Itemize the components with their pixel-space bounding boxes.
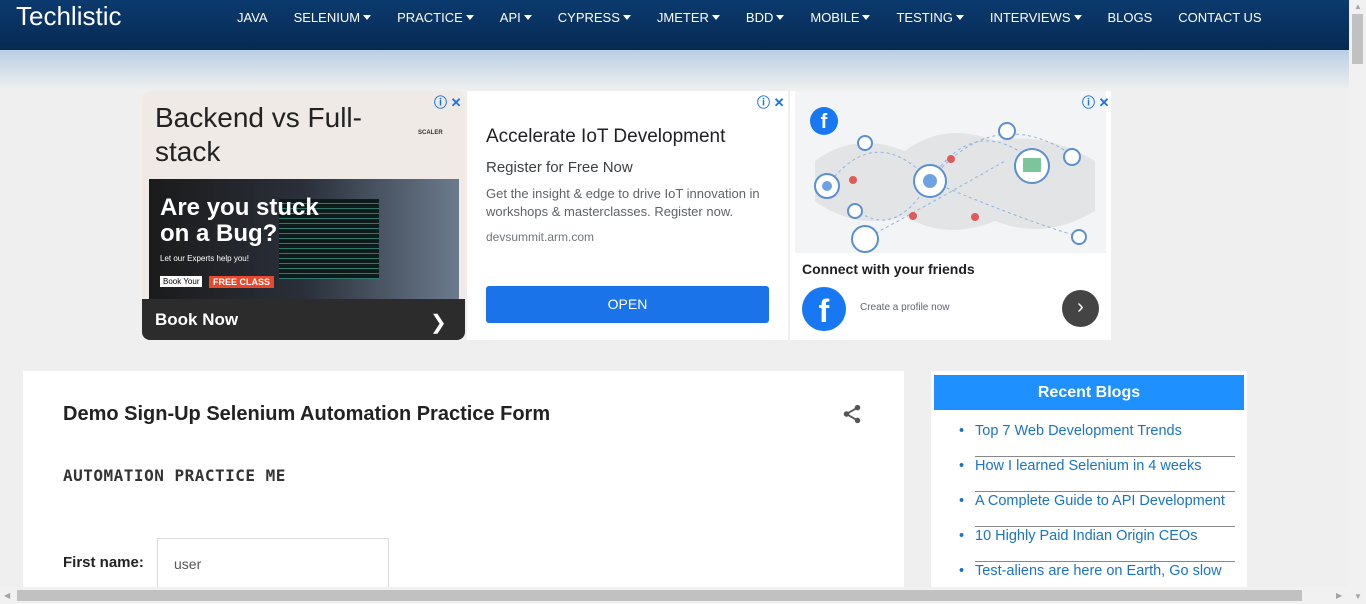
scroll-down-icon[interactable]: ▼ — [1354, 592, 1362, 601]
ad-body: Get the insight & edge to drive IoT inno… — [486, 186, 760, 219]
ad-create-profile: Create a profile now — [860, 302, 950, 313]
info-close-icon[interactable]: ⓘ ✕ — [1082, 92, 1110, 111]
ad-domain: devsummit.arm.com — [486, 230, 595, 244]
top-navbar: Techlistic JAVA SELENIUM PRACTICE API CYPRES… — [0, 0, 1349, 50]
ad-brand-logo: SCALER — [418, 130, 443, 136]
ad-banner-scaler[interactable]: Backend vs Full-stack SCALER Are you stu… — [142, 91, 465, 340]
nav-item-label: PRACTICE — [397, 9, 463, 25]
ad-subtitle: Register for Free Now — [486, 159, 633, 176]
nav-item-label: BDD — [745, 9, 774, 25]
blog-link[interactable]: 10 Highly Paid Indian Origin CEOs — [957, 528, 1239, 563]
recent-blogs-list: Top 7 Web Development Trends How I learn… — [957, 423, 1239, 598]
caret-down-icon — [465, 14, 474, 20]
nav-item-label: BLOGS — [1107, 9, 1153, 25]
caret-down-icon — [862, 14, 871, 20]
ad-help-text: Let our Experts help you! — [160, 254, 249, 263]
section-heading: AUTOMATION PRACTICE ME — [63, 466, 286, 485]
ad-title: Accelerate IoT Development — [486, 126, 726, 147]
caret-down-icon — [523, 14, 532, 20]
ad-open-button[interactable]: OPEN — [486, 286, 769, 323]
nav-item-contact-us[interactable]: CONTACT US — [1165, 10, 1274, 25]
ad-book-now-bar[interactable]: Book Now ❯ — [142, 299, 465, 340]
facebook-icon: f — [810, 107, 838, 135]
horizontal-scroll-thumb[interactable] — [17, 590, 1302, 601]
caret-down-icon — [1073, 14, 1082, 20]
info-close-icon[interactable]: ⓘ ✕ — [757, 92, 785, 111]
site-logo[interactable]: Techlistic — [16, 1, 121, 32]
nav-item-bdd[interactable]: BDD — [733, 10, 797, 25]
recent-blogs-heading: Recent Blogs — [934, 375, 1244, 410]
vertical-scrollbar[interactable]: ▲ ▼ — [1349, 0, 1366, 604]
caret-down-icon — [622, 14, 631, 20]
nav-item-testing[interactable]: TESTING — [883, 10, 976, 25]
nav-item-api[interactable]: API — [487, 10, 545, 25]
main-content: Demo Sign-Up Selenium Automation Practic… — [23, 371, 904, 588]
ad-connect-text: Connect with your friends — [802, 261, 975, 277]
scroll-left-icon[interactable]: ◀ — [4, 591, 10, 600]
ad-photo: Are you stuck on a Bug? Let our Experts … — [149, 179, 459, 299]
ad-banner-iot[interactable]: Accelerate IoT Development Register for … — [467, 91, 788, 340]
nav-item-practice[interactable]: PRACTICE — [384, 10, 487, 25]
nav-item-cypress[interactable]: CYPRESS — [545, 10, 644, 25]
caret-down-icon — [776, 14, 785, 20]
scroll-up-icon[interactable]: ▲ — [1354, 2, 1362, 11]
nav-item-label: TESTING — [896, 9, 953, 25]
caret-down-icon — [363, 14, 372, 20]
caret-down-icon — [711, 14, 720, 20]
world-map-image — [795, 91, 1106, 253]
nav-item-mobile[interactable]: MOBILE — [797, 10, 883, 25]
nav-item-selenium[interactable]: SELENIUM — [281, 10, 384, 25]
page-title: Demo Sign-Up Selenium Automation Practic… — [63, 403, 551, 425]
nav-item-label: JAVA — [237, 9, 268, 25]
blog-link[interactable]: How I learned Selenium in 4 weeks — [957, 458, 1239, 493]
chevron-right-icon: ❯ — [430, 312, 447, 334]
ad-free-class-badge: FREE CLASS — [209, 276, 275, 288]
nav-item-label: INTERVIEWS — [989, 9, 1071, 25]
ad-banner-facebook[interactable]: f Connect with your friends f Create a p… — [790, 91, 1111, 340]
blog-link[interactable]: A Complete Guide to API Development — [957, 493, 1239, 528]
header-shadow — [0, 50, 1349, 90]
ad-book-your: Book Your — [160, 276, 203, 287]
vertical-scroll-thumb[interactable] — [1352, 14, 1363, 64]
nav-item-label: CYPRESS — [557, 9, 620, 25]
nav-item-label: JMETER — [656, 9, 709, 25]
nav-item-interviews[interactable]: INTERVIEWS — [977, 10, 1095, 25]
caret-down-icon — [955, 14, 964, 20]
ad-tagline: Are you stuck on a Bug? — [160, 194, 319, 247]
sidebar: Recent Blogs Top 7 Web Development Trend… — [931, 371, 1247, 597]
chevron-right-icon[interactable]: › — [1062, 290, 1099, 327]
nav-item-java[interactable]: JAVA — [224, 10, 281, 25]
main-nav: JAVA SELENIUM PRACTICE API CYPRESS JMETER BDD M… — [224, 0, 1275, 34]
blog-link[interactable]: Top 7 Web Development Trends — [957, 423, 1239, 458]
nav-item-label: SELENIUM — [293, 9, 361, 25]
facebook-logo-icon: f — [802, 287, 846, 331]
book-now-label: Book Now — [155, 310, 239, 329]
ad-headline: Backend vs Full-stack — [155, 102, 362, 167]
nav-item-label: API — [499, 9, 521, 25]
nav-item-blogs[interactable]: BLOGS — [1095, 10, 1166, 25]
network-map-graphic — [814, 122, 1095, 253]
first-name-label: First name: — [63, 554, 144, 571]
nav-item-jmeter[interactable]: JMETER — [644, 10, 733, 25]
scroll-right-icon[interactable]: ▶ — [1336, 591, 1342, 600]
first-name-input[interactable]: user — [157, 538, 389, 588]
horizontal-scrollbar[interactable]: ◀ ▶ — [0, 587, 1349, 604]
share-icon[interactable] — [841, 403, 863, 430]
nav-item-label: CONTACT US — [1178, 9, 1262, 25]
nav-item-label: MOBILE — [810, 9, 860, 25]
info-close-icon[interactable]: ⓘ ✕ — [434, 92, 462, 111]
